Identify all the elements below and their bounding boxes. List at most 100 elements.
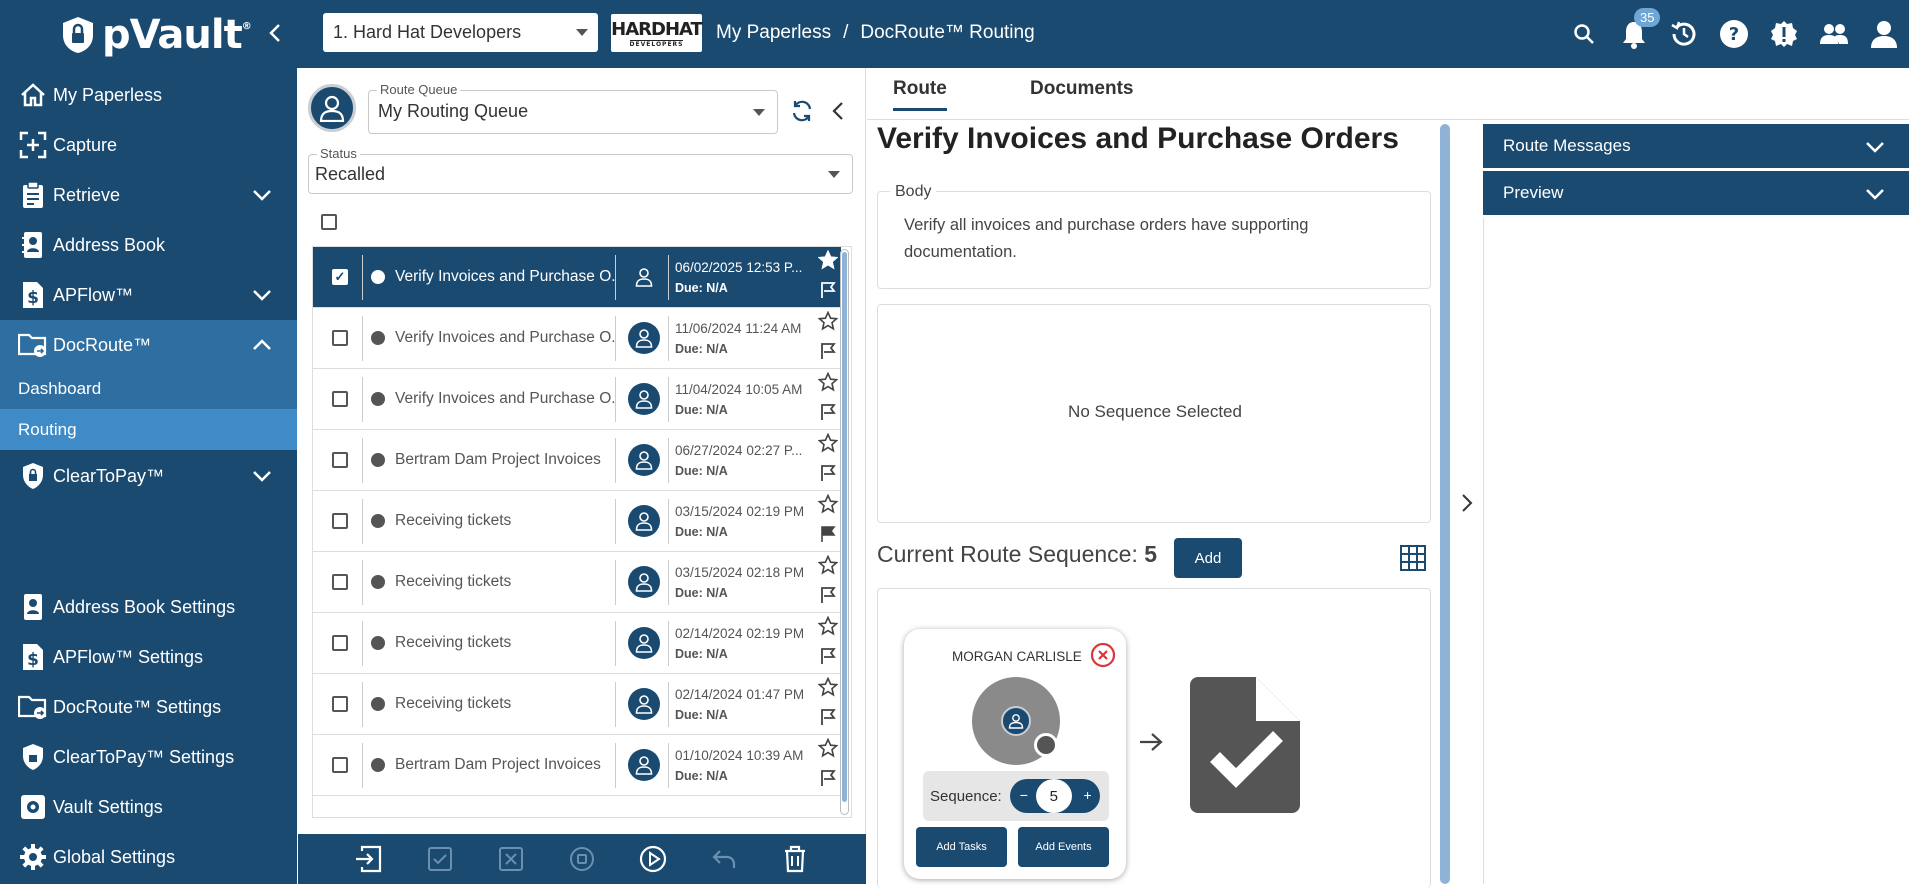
flag-icon[interactable] (819, 708, 837, 731)
row-divider (615, 559, 616, 605)
grid-view-icon[interactable] (1400, 545, 1426, 576)
table-row[interactable]: Receiving tickets 03/15/2024 02:18 PM Due:… (313, 552, 841, 613)
decrement-button[interactable]: − (1020, 787, 1028, 803)
sidebar-item-address-book[interactable]: Address Book (0, 220, 297, 270)
row-meta: 06/27/2024 02:27 P... Due: N/A (675, 443, 815, 478)
alert-icon[interactable] (1759, 0, 1809, 68)
row-checkbox[interactable] (332, 574, 348, 590)
play-icon[interactable] (633, 839, 673, 879)
star-icon[interactable] (817, 310, 839, 336)
row-checkbox[interactable]: ✓ (332, 269, 348, 285)
increment-button[interactable]: + (1084, 787, 1092, 803)
row-actions (815, 615, 841, 670)
sidebar-item-cleartopay[interactable]: ClearToPay™ (0, 451, 297, 501)
expand-panel-chevron-icon[interactable] (1461, 493, 1473, 518)
users-icon[interactable] (1809, 0, 1859, 68)
flag-icon[interactable] (819, 342, 837, 365)
star-icon[interactable] (817, 676, 839, 702)
row-checkbox[interactable] (332, 513, 348, 529)
route-list-scrollbar[interactable] (840, 249, 849, 815)
approve-icon[interactable] (420, 839, 460, 879)
sidebar-item-apflow[interactable]: $ APFlow™ (0, 270, 297, 320)
row-divider (615, 681, 616, 727)
table-row[interactable]: ✓ Verify Invoices and Purchase O... 06/02/… (313, 247, 841, 308)
sidebar-item-apflow-settings[interactable]: $ APFlow™ Settings (0, 632, 297, 682)
table-row[interactable]: Receiving tickets 02/14/2024 02:19 PM Due:… (313, 613, 841, 674)
queue-user-avatar[interactable] (308, 84, 356, 132)
stop-icon[interactable] (562, 839, 602, 879)
status-dot (371, 697, 385, 711)
flag-icon[interactable] (819, 586, 837, 609)
user-icon (628, 261, 660, 293)
sequence-value[interactable]: 5 (1035, 779, 1072, 813)
star-icon[interactable] (817, 371, 839, 397)
row-title: Verify Invoices and Purchase O... (395, 390, 615, 407)
star-icon[interactable] (817, 249, 839, 275)
add-sequence-button[interactable]: Add (1174, 538, 1242, 578)
sequence-stepper[interactable]: − 5 + (1009, 779, 1100, 813)
organization-select[interactable]: 1. Hard Hat Developers (323, 13, 598, 52)
sidebar-item-capture[interactable]: Capture (0, 120, 297, 170)
preview-panel[interactable]: Preview (1483, 171, 1909, 215)
search-icon[interactable] (1559, 0, 1609, 68)
table-row[interactable]: Bertram Dam Project Invoices 06/27/2024 0… (313, 430, 841, 491)
status-select[interactable]: Status Recalled (308, 146, 853, 194)
star-icon[interactable] (817, 493, 839, 519)
sidebar-item-vault-settings[interactable]: Vault Settings (0, 782, 297, 832)
remove-user-icon[interactable] (1090, 642, 1116, 673)
flag-icon[interactable] (819, 525, 837, 548)
select-all-checkbox[interactable] (321, 214, 337, 230)
sidebar-item-dashboard[interactable]: Dashboard (0, 368, 297, 409)
row-checkbox[interactable] (332, 757, 348, 773)
table-row[interactable]: Verify Invoices and Purchase O... 11/06/2… (313, 308, 841, 369)
row-divider (362, 315, 363, 361)
app-logo[interactable]: pVault ® (60, 12, 252, 58)
sidebar-item-retrieve[interactable]: Retrieve (0, 170, 297, 220)
flag-icon[interactable] (819, 464, 837, 487)
sidebar-item-routing[interactable]: Routing (0, 409, 297, 450)
flag-icon[interactable] (819, 769, 837, 792)
sidebar-item-global-settings[interactable]: Global Settings (0, 832, 297, 882)
route-queue-select[interactable]: Route Queue My Routing Queue (368, 82, 778, 134)
bell-icon[interactable]: 35 (1609, 0, 1661, 68)
breadcrumb-my-paperless[interactable]: My Paperless (716, 22, 831, 44)
dollar-document-icon: $ (18, 642, 48, 672)
row-checkbox[interactable] (332, 696, 348, 712)
flag-icon[interactable] (819, 281, 837, 304)
star-icon[interactable] (817, 554, 839, 580)
tab-documents[interactable]: Documents (1030, 78, 1133, 100)
row-checkbox[interactable] (332, 391, 348, 407)
history-icon[interactable] (1659, 0, 1709, 68)
sidebar-item-my-paperless[interactable]: My Paperless (0, 70, 297, 120)
row-checkbox[interactable] (332, 330, 348, 346)
route-panel-scrollbar[interactable] (1440, 124, 1450, 884)
table-row[interactable]: Verify Invoices and Purchase O... 11/04/2… (313, 369, 841, 430)
star-icon[interactable] (817, 615, 839, 641)
collapse-panel-chevron-icon[interactable] (832, 101, 844, 126)
collapse-sidebar-chevron-icon[interactable] (268, 20, 282, 51)
user-profile-icon[interactable] (1859, 0, 1909, 68)
star-icon[interactable] (817, 737, 839, 763)
help-icon[interactable]: ? (1709, 0, 1759, 68)
refresh-icon[interactable] (790, 99, 814, 128)
star-icon[interactable] (817, 432, 839, 458)
flag-icon[interactable] (819, 647, 837, 670)
route-messages-panel[interactable]: Route Messages (1483, 124, 1909, 168)
undo-icon[interactable] (704, 839, 744, 879)
table-row[interactable]: Bertram Dam Project Invoices 01/10/2024 1… (313, 735, 841, 796)
add-tasks-button[interactable]: Add Tasks (916, 827, 1007, 867)
row-checkbox[interactable] (332, 635, 348, 651)
tab-route[interactable]: Route (893, 78, 947, 111)
add-events-button[interactable]: Add Events (1018, 827, 1109, 867)
flag-icon[interactable] (819, 403, 837, 426)
sidebar-item-docroute[interactable]: DocRoute™ (0, 320, 297, 370)
trash-icon[interactable] (775, 839, 815, 879)
sidebar-item-cleartopay-settings[interactable]: ClearToPay™ Settings (0, 732, 297, 782)
sidebar-item-docroute-settings[interactable]: DocRoute™ Settings (0, 682, 297, 732)
import-icon[interactable] (349, 839, 389, 879)
sidebar-item-address-book-settings[interactable]: Address Book Settings (0, 582, 297, 632)
table-row[interactable]: Receiving tickets 03/15/2024 02:19 PM Due:… (313, 491, 841, 552)
reject-icon[interactable] (491, 839, 531, 879)
table-row[interactable]: Receiving tickets 02/14/2024 01:47 PM Due:… (313, 674, 841, 735)
row-checkbox[interactable] (332, 452, 348, 468)
